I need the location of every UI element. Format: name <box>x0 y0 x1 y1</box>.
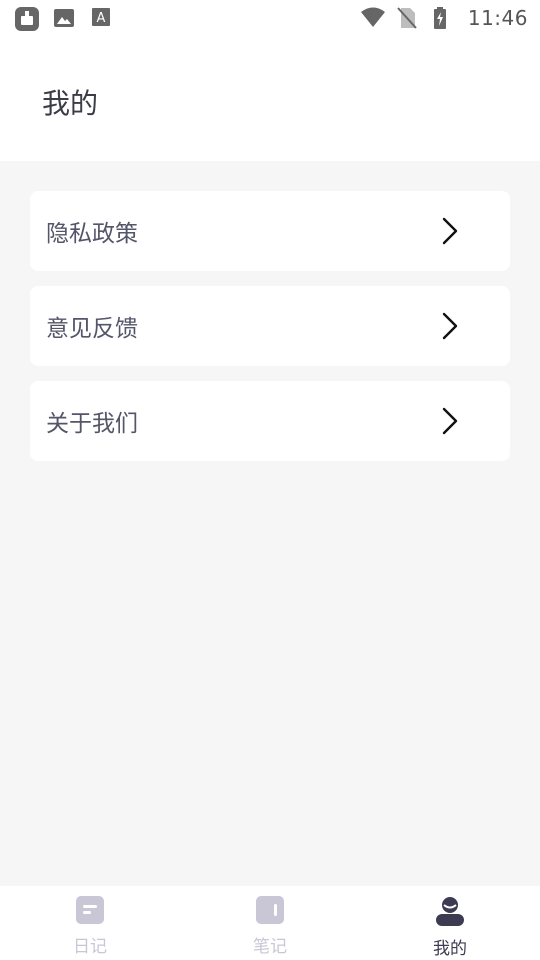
chevron-right-icon <box>440 216 460 246</box>
page-title: 我的 <box>42 87 99 120</box>
diary-icon <box>76 896 104 928</box>
privacy-policy-item[interactable]: 隐私政策 <box>30 191 510 271</box>
bottom-nav: 日记 笔记 我的 <box>0 886 540 960</box>
feedback-label: 意见反馈 <box>46 316 138 342</box>
nav-tab-diary[interactable]: 日记 <box>0 886 180 960</box>
status-left-icons: A <box>14 6 114 31</box>
status-time: 11:46 <box>467 6 528 30</box>
about-us-item[interactable]: 关于我们 <box>30 381 510 461</box>
nav-label-diary: 日记 <box>73 937 107 957</box>
status-right-icons: 11:46 <box>360 6 528 30</box>
about-us-label: 关于我们 <box>46 411 138 437</box>
app-notification-icon <box>14 6 39 31</box>
battery-charging-icon <box>432 6 456 30</box>
notes-icon <box>256 896 284 928</box>
nav-label-profile: 我的 <box>433 939 467 959</box>
status-bar: A 11:46 <box>0 0 540 36</box>
text-icon: A <box>90 6 114 30</box>
nav-tab-profile[interactable]: 我的 <box>360 886 540 960</box>
privacy-policy-label: 隐私政策 <box>46 221 138 247</box>
chevron-right-icon <box>440 311 460 341</box>
header: 我的 <box>0 36 540 161</box>
image-icon <box>52 6 76 30</box>
nav-tab-notes[interactable]: 笔记 <box>180 886 360 960</box>
screen: A 11:46 我的 隐私政策 意见反馈 关于我们 日记 笔记 我的 <box>0 0 540 960</box>
nav-label-notes: 笔记 <box>253 937 287 957</box>
profile-icon <box>435 896 465 930</box>
chevron-right-icon <box>440 406 460 436</box>
wifi-icon <box>360 6 385 30</box>
settings-menu: 隐私政策 意见反馈 关于我们 <box>30 191 510 476</box>
no-sim-icon <box>396 6 420 30</box>
feedback-item[interactable]: 意见反馈 <box>30 286 510 366</box>
svg-text:A: A <box>97 11 106 26</box>
